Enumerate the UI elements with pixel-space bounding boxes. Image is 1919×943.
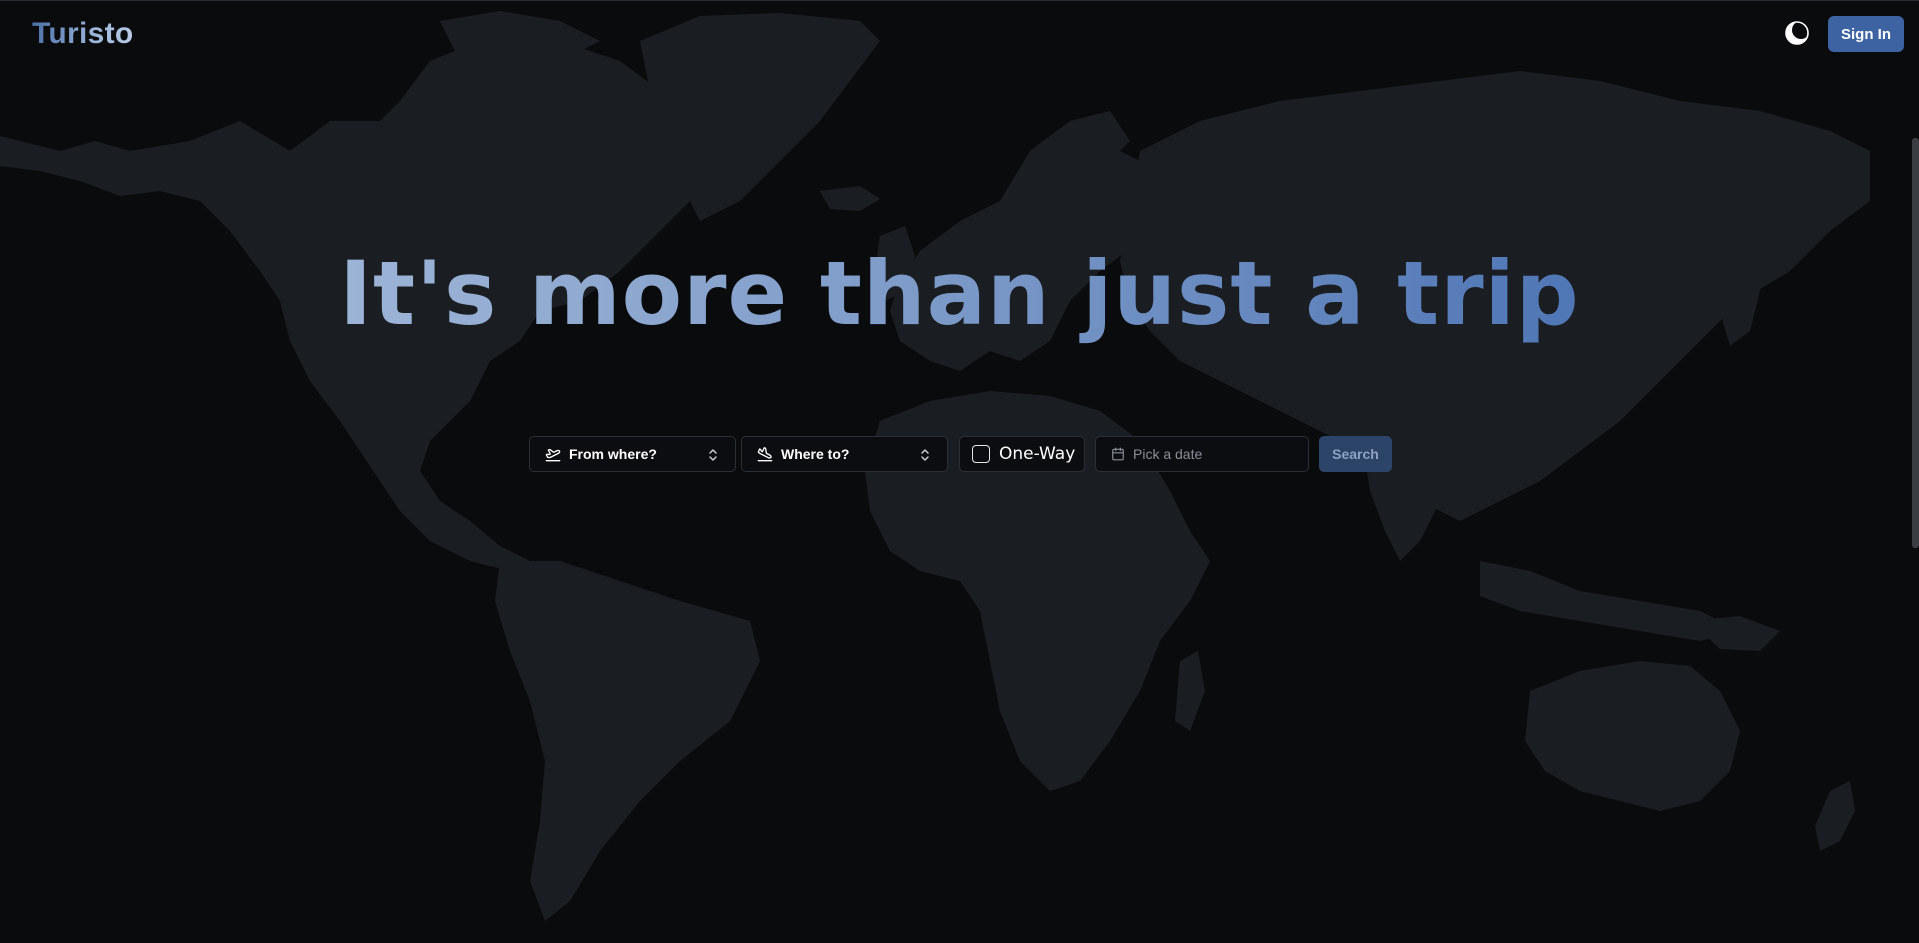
- page: Turisto Sign In It's more than just a tr…: [0, 0, 1919, 943]
- top-nav: Turisto Sign In: [0, 1, 1919, 67]
- plane-takeoff-icon: [545, 446, 561, 462]
- calendar-icon: [1111, 447, 1125, 461]
- half-moon-icon: [1785, 21, 1810, 45]
- plane-landing-icon: [757, 446, 773, 462]
- world-map-background: [0, 11, 1870, 921]
- date-placeholder: Pick a date: [1133, 446, 1203, 462]
- where-to-label: Where to?: [781, 446, 850, 462]
- chevrons-up-down-icon: [707, 448, 719, 462]
- from-where-label: From where?: [569, 446, 657, 462]
- hero-headline: It's more than just a trip: [0, 239, 1919, 349]
- brand-logo[interactable]: Turisto: [32, 17, 134, 51]
- one-way-checkbox[interactable]: [972, 445, 990, 463]
- where-to-select[interactable]: Where to?: [741, 436, 948, 472]
- one-way-toggle[interactable]: One-Way: [959, 436, 1085, 472]
- search-button[interactable]: Search: [1319, 436, 1392, 472]
- from-where-select[interactable]: From where?: [529, 436, 736, 472]
- date-picker-button[interactable]: Pick a date: [1095, 436, 1309, 472]
- chevrons-up-down-icon: [919, 448, 931, 462]
- sign-in-button[interactable]: Sign In: [1828, 16, 1904, 52]
- one-way-label: One-Way: [999, 444, 1076, 464]
- theme-toggle-button[interactable]: [1784, 20, 1810, 46]
- hero-headline-text: It's more than just a trip: [339, 242, 1580, 345]
